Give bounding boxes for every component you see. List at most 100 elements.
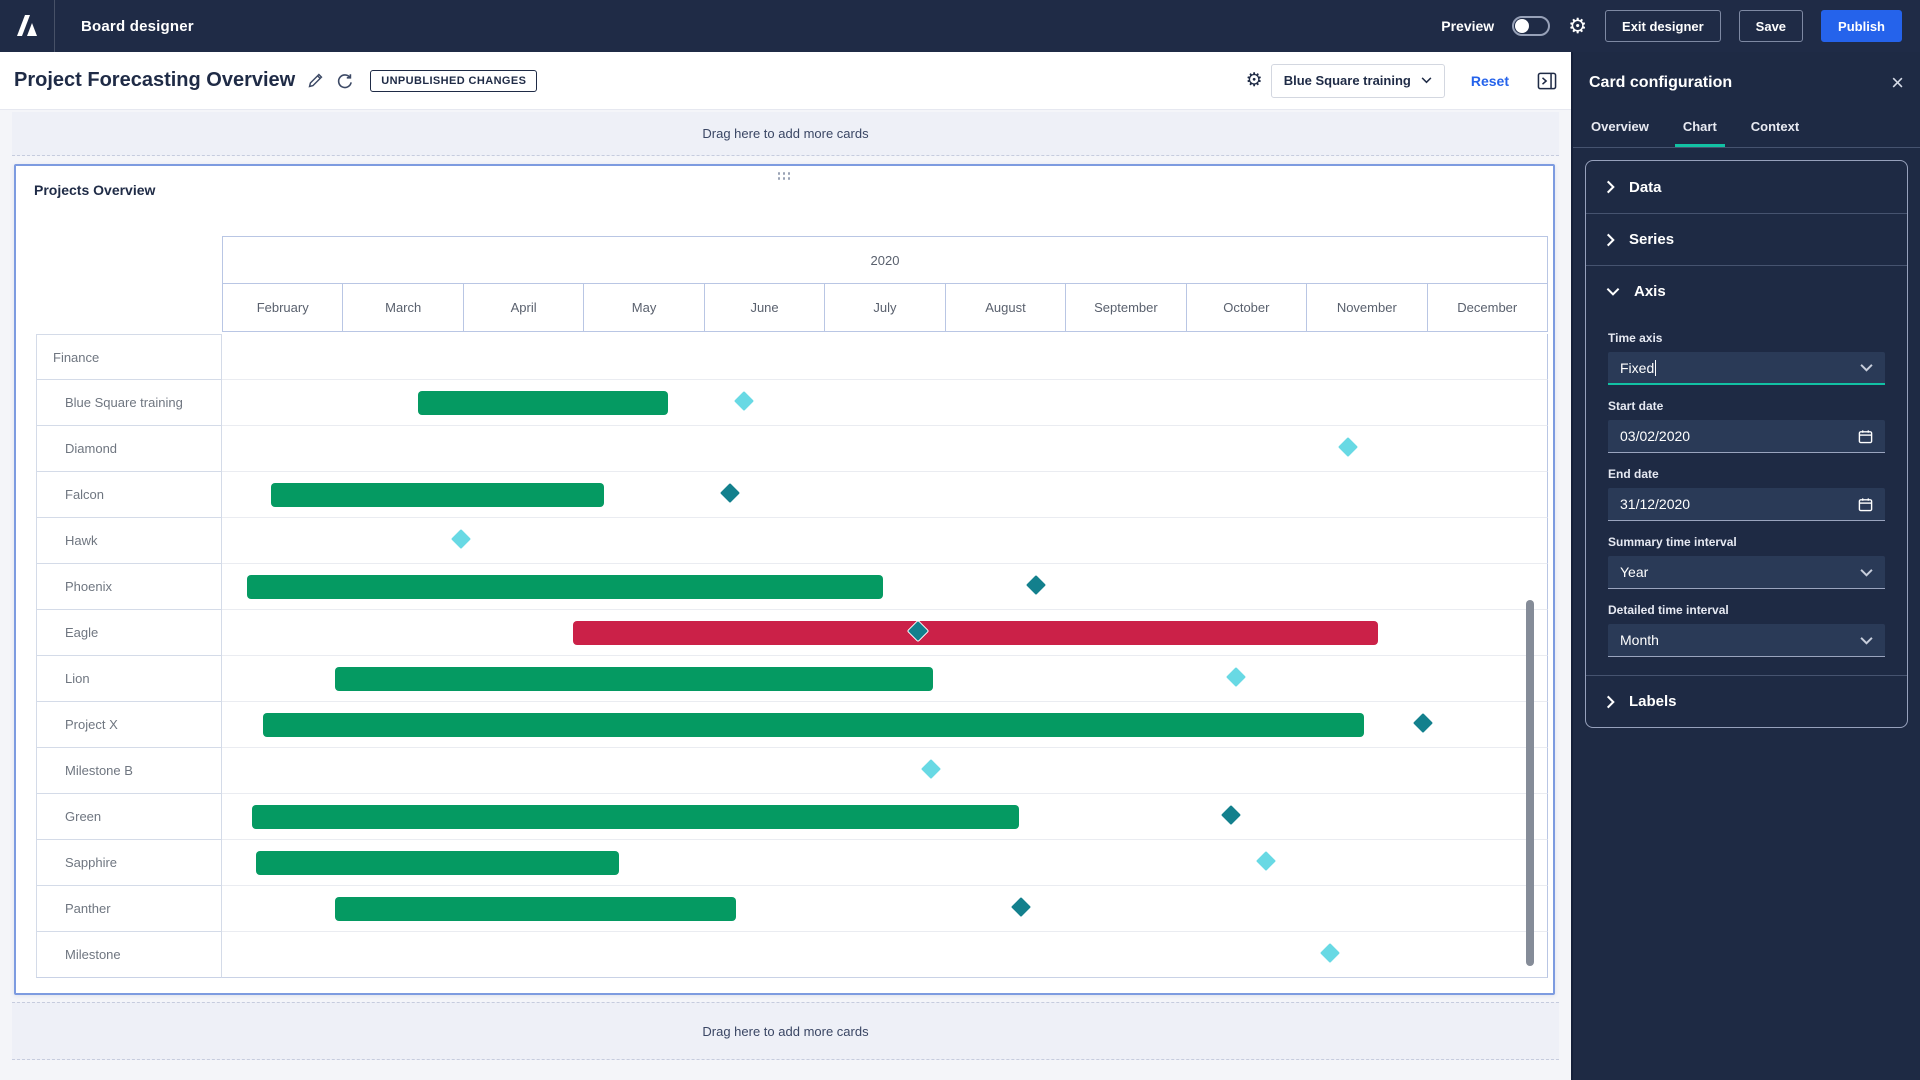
panel-tabs: Overview Chart Context (1573, 106, 1920, 148)
settings-gear-icon[interactable]: ⚙ (1568, 16, 1587, 37)
row-label: Sapphire (36, 840, 222, 886)
chevron-down-icon (1860, 364, 1873, 372)
tab-overview[interactable]: Overview (1589, 106, 1651, 147)
gantt-month-row: February March April May June July August Septe… (222, 284, 1548, 332)
dropzone-top[interactable]: Drag here to add more cards (12, 112, 1559, 156)
unpublished-changes-badge: UNPUBLISHED CHANGES (370, 69, 538, 92)
gantt-row: Hawk (36, 518, 1548, 564)
card-configuration-panel: Card configuration × Overview Chart Contex… (1571, 52, 1920, 1080)
section-data-label: Data (1629, 178, 1662, 196)
section-labels[interactable]: Labels (1586, 675, 1907, 727)
row-track (222, 794, 1548, 840)
milestone-diamond (1255, 849, 1278, 873)
app-title: Board designer (81, 17, 194, 35)
row-track (222, 564, 1548, 610)
end-date-input[interactable]: 31/12/2020 (1608, 488, 1885, 521)
top-bar: Board designer Preview ⚙ Exit designer S… (0, 0, 1920, 52)
preview-label: Preview (1441, 18, 1495, 34)
start-date-input[interactable]: 03/02/2020 (1608, 420, 1885, 453)
summary-interval-label: Summary time interval (1608, 535, 1737, 549)
vertical-scrollbar-thumb[interactable] (1526, 600, 1534, 966)
gantt-row: Milestone B (36, 748, 1548, 794)
month-header-cell: May (584, 284, 705, 332)
row-label: Project X (36, 702, 222, 748)
row-label: Phoenix (36, 564, 222, 610)
gantt-chart: 2020 February March April May June July August… (36, 236, 1548, 978)
save-button[interactable]: Save (1738, 10, 1804, 42)
milestone-diamond (1024, 573, 1048, 597)
panel-title: Card configuration (1589, 74, 1733, 91)
tab-context[interactable]: Context (1749, 106, 1801, 147)
row-track (222, 886, 1548, 932)
time-axis-value: Fixed (1620, 359, 1655, 376)
chevron-right-icon (1606, 233, 1615, 246)
milestone-diamond (1318, 941, 1342, 965)
gantt-row: Falcon (36, 472, 1548, 518)
row-track (222, 380, 1548, 426)
gantt-row: Panther (36, 886, 1548, 932)
gantt-bar (572, 621, 1379, 645)
chevron-down-icon (1860, 568, 1873, 577)
anaplan-logo[interactable] (0, 0, 55, 52)
gantt-row: Milestone (36, 932, 1548, 978)
start-date-label: Start date (1608, 399, 1664, 413)
gantt-bar (252, 805, 1020, 829)
gantt-body: Finance Blue Square training Diamond Falcon… (36, 334, 1548, 978)
gantt-row: Eagle (36, 610, 1548, 656)
row-label: Blue Square training (36, 380, 222, 426)
chevron-right-icon (1606, 180, 1615, 194)
gantt-bar (418, 391, 668, 415)
edit-pencil-icon[interactable] (307, 72, 324, 89)
tab-chart[interactable]: Chart (1674, 106, 1725, 147)
chevron-down-icon (1606, 287, 1620, 296)
row-track (222, 334, 1548, 380)
gantt-row: Sapphire (36, 840, 1548, 886)
row-track (222, 702, 1548, 748)
section-axis[interactable]: Axis (1586, 265, 1907, 317)
row-label: Lion (36, 656, 222, 702)
time-axis-select[interactable]: Fixed (1608, 352, 1885, 385)
gantt-card[interactable]: Projects Overview 2020 February March Apri… (14, 164, 1555, 995)
preview-toggle[interactable] (1512, 16, 1551, 36)
gantt-row: Diamond (36, 426, 1548, 472)
milestone-diamond (1336, 435, 1360, 459)
time-axis-label: Time axis (1608, 331, 1663, 345)
milestone-diamond (920, 757, 943, 781)
summary-interval-value: Year (1620, 564, 1649, 580)
section-series-label: Series (1629, 231, 1675, 248)
gantt-header: 2020 February March April May June July August… (222, 236, 1548, 332)
chevron-down-icon (1421, 77, 1432, 84)
context-selector[interactable]: Blue Square training (1270, 63, 1445, 98)
text-cursor (1655, 359, 1657, 376)
row-track (222, 426, 1548, 472)
card-drag-handle-icon[interactable] (777, 172, 792, 181)
sync-refresh-icon[interactable] (336, 72, 354, 90)
milestone-diamond (1009, 895, 1032, 919)
close-icon[interactable]: × (1891, 72, 1904, 94)
end-date-value: 31/12/2020 (1620, 496, 1691, 512)
row-label: Diamond (36, 426, 222, 472)
gantt-bar (335, 667, 933, 691)
context-gear-icon[interactable]: ⚙ (1246, 69, 1263, 92)
publish-button[interactable]: Publish (1821, 10, 1902, 42)
detailed-interval-value: Month (1620, 632, 1659, 648)
summary-interval-select[interactable]: Year (1608, 556, 1885, 589)
reset-link[interactable]: Reset (1471, 73, 1509, 89)
section-data[interactable]: Data (1586, 161, 1907, 213)
exit-designer-button[interactable]: Exit designer (1605, 10, 1721, 42)
collapse-panel-icon[interactable] (1537, 72, 1557, 90)
row-label: Milestone B (36, 748, 222, 794)
board-canvas: Drag here to add more cards Projects Ove… (0, 110, 1571, 1080)
detailed-interval-select[interactable]: Month (1608, 624, 1885, 657)
row-label: Falcon (36, 472, 222, 518)
context-selector-value: Blue Square training (1283, 73, 1411, 88)
gantt-bar (255, 851, 620, 875)
dropzone-bottom[interactable]: Drag here to add more cards (12, 1002, 1559, 1060)
page-title: Project Forecasting Overview (14, 69, 296, 91)
detailed-interval-label: Detailed time interval (1608, 603, 1729, 617)
gantt-row: Phoenix (36, 564, 1548, 610)
milestone-diamond (732, 389, 755, 413)
month-header-cell: July (825, 284, 946, 332)
section-series[interactable]: Series (1586, 213, 1907, 265)
axis-section-content: Time axis Fixed Start date 03/02/2020 En… (1586, 331, 1907, 675)
